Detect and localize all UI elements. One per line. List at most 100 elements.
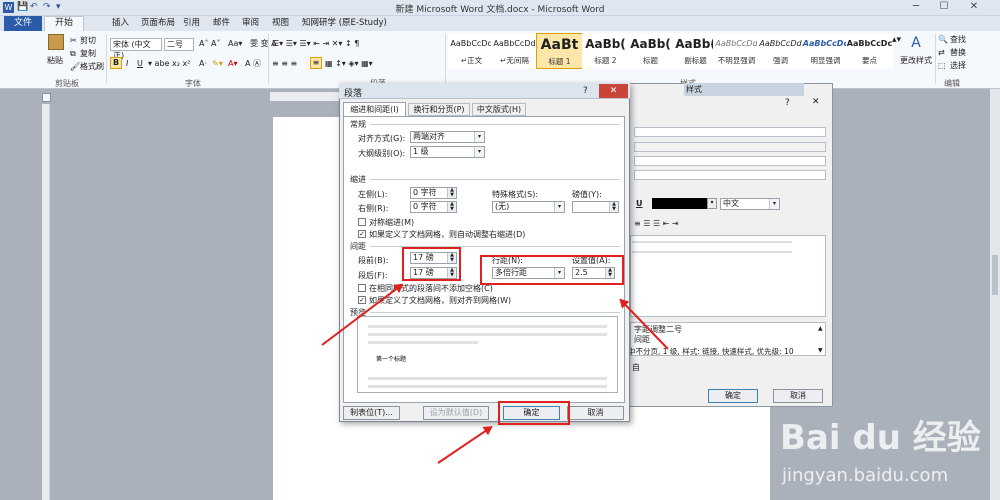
find-button[interactable]: 查找	[950, 34, 966, 45]
tab-asian-typography[interactable]: 中文版式(H)	[472, 103, 526, 116]
bold-button[interactable]: B	[110, 57, 122, 69]
tab-mailings[interactable]: 邮件	[207, 17, 236, 30]
highlight-icon[interactable]: ✎▾	[212, 58, 223, 69]
special-indent-select[interactable]: (无) ▾	[492, 201, 565, 213]
style-emphasis[interactable]: AaBbCcDd 强调	[757, 33, 804, 69]
underline-button[interactable]: U	[137, 58, 143, 69]
tab-line-page-breaks[interactable]: 换行和分页(P)	[408, 103, 470, 116]
style-intense-emphasis[interactable]: AaBbCcDc 明显强调	[802, 33, 849, 69]
dialog-close-button[interactable]: ✕	[599, 84, 628, 98]
special-indent-label: 特殊格式(S):	[492, 190, 539, 199]
mirror-indents-checkbox[interactable]	[358, 218, 366, 226]
ruler-toggle-icon[interactable]	[42, 93, 51, 102]
spinner-icon[interactable]: ▲ ▼	[609, 202, 618, 212]
change-styles-button[interactable]: 更改样式	[900, 55, 932, 66]
copy-icon[interactable]: ⧉	[70, 48, 76, 59]
snap-to-grid-label: 如果定义了文档网格，则对齐到网格(W)	[369, 296, 512, 305]
style-subtle-emphasis[interactable]: AaBbCcDd 不明显强调	[713, 33, 760, 69]
find-icon[interactable]: 🔍	[938, 34, 948, 45]
dialog2-field[interactable]	[634, 170, 826, 180]
dialog2-lang-select[interactable]: 中文 ▾	[720, 198, 780, 210]
gallery-more-icon[interactable]: ▴▾	[892, 35, 901, 46]
dialog2-field[interactable]	[634, 142, 826, 152]
no-space-same-style-checkbox[interactable]	[358, 284, 366, 292]
indent-section-label: 缩进	[350, 175, 366, 184]
strikethrough-icon[interactable]: ▾ abe x₂ x²	[148, 58, 190, 69]
tab-file[interactable]: 文件	[4, 16, 42, 31]
text-effects-icon[interactable]: A·	[199, 58, 207, 69]
font-name-combo[interactable]: 宋体 (中文正)	[110, 38, 162, 60]
scroll-down-icon[interactable]: ▼	[818, 347, 823, 354]
cut-icon[interactable]: ✂	[70, 35, 77, 46]
right-indent-input[interactable]: 0 字符 ▲ ▼	[410, 201, 457, 213]
tab-page-layout[interactable]: 页面布局	[135, 17, 181, 30]
style-title[interactable]: AaBb(标题	[627, 33, 674, 69]
tab-review[interactable]: 审阅	[236, 17, 265, 30]
style-strong[interactable]: AaBbCcDc 要点	[846, 33, 893, 69]
tab-insert[interactable]: 插入	[106, 17, 135, 30]
scrollbar-thumb[interactable]	[992, 255, 998, 295]
vertical-ruler[interactable]	[42, 104, 50, 500]
font-color-icon[interactable]: A▾	[228, 58, 238, 69]
cancel-button[interactable]: 取消	[567, 406, 624, 420]
change-case-icon[interactable]: Aa▾	[228, 38, 242, 49]
dialog2-close-icon[interactable]: ✕	[812, 97, 820, 107]
snap-to-grid-checkbox[interactable]: ✓	[358, 296, 366, 304]
dialog2-field[interactable]	[634, 156, 826, 166]
scroll-up-icon[interactable]: ▲	[818, 325, 823, 332]
replace-icon[interactable]: ⇄	[938, 47, 945, 58]
tab-e-study[interactable]: 知网研学 (原E-Study)	[296, 17, 393, 30]
justify-button[interactable]: ≡	[310, 57, 322, 69]
select-button[interactable]: 选择	[950, 60, 966, 71]
style-normal[interactable]: AaBbCcDd ↵正文	[448, 33, 495, 69]
dialog2-cancel-button[interactable]: 取消	[773, 389, 823, 403]
alignment-select[interactable]: 两端对齐 ▾	[410, 131, 485, 143]
auto-adjust-checkbox[interactable]: ✓	[358, 230, 366, 238]
copy-button[interactable]: 复制	[80, 48, 96, 59]
cut-button[interactable]: 剪切	[80, 35, 96, 46]
font-size-combo[interactable]: 二号	[164, 38, 194, 51]
spinner-icon[interactable]: ▲ ▼	[447, 188, 456, 198]
outline-level-select[interactable]: 1 级 ▾	[410, 146, 485, 158]
tab-indents-spacing[interactable]: 缩进和间距(I)	[343, 102, 406, 116]
distribute-icon[interactable]: ▦ ↕▾ ◈▾ ▦▾	[325, 58, 373, 69]
bullets-icon[interactable]: ☰▾ ☰▾ ☰▾ ⇤ ⇥ ✕▾ ↕ ¶	[272, 38, 359, 49]
indent-by-input[interactable]: ▲ ▼	[572, 201, 619, 213]
style-no-spacing[interactable]: AaBbCcDd ↵无间隔	[491, 33, 538, 69]
preview-box: 第一个标题	[357, 316, 618, 393]
maximize-button[interactable]: ☐	[930, 1, 958, 15]
dialog2-field[interactable]	[634, 127, 826, 137]
align-left-icon[interactable]: ≡ ≡ ≡	[272, 58, 297, 69]
dialog2-align-icons[interactable]: ≡ ☰ ☰ ⇤ ⇥	[634, 219, 679, 228]
divider	[370, 124, 620, 125]
clipboard-group-label: 剪贴板	[55, 79, 79, 88]
tabs-button[interactable]: 制表位(T)...	[343, 406, 400, 420]
tab-home[interactable]: 开始	[44, 16, 84, 31]
minimize-button[interactable]: ─	[902, 1, 930, 15]
tab-references[interactable]: 引用	[177, 17, 206, 30]
style-heading-1[interactable]: AaBt 标题 1	[536, 33, 583, 69]
set-default-button[interactable]: 设为默认值(D)	[423, 406, 489, 420]
close-button[interactable]: ✕	[960, 1, 988, 15]
italic-button[interactable]: I	[126, 58, 128, 69]
chevron-down-icon[interactable]: ▾	[707, 198, 717, 209]
dialog2-color-swatch[interactable]	[652, 198, 707, 209]
format-painter-button[interactable]: 格式刷	[80, 61, 104, 72]
dialog2-ok-button[interactable]: 确定	[708, 389, 758, 403]
change-styles-icon[interactable]: A	[905, 35, 927, 53]
grow-font-icon[interactable]: A˄ A˅	[199, 38, 221, 49]
select-icon[interactable]: ⬚	[938, 60, 946, 71]
tab-view[interactable]: 视图	[266, 17, 295, 30]
char-shading-icon[interactable]: A Ⓐ	[245, 58, 261, 69]
paste-button[interactable]: 粘贴	[47, 55, 63, 66]
format-painter-icon[interactable]: 🖌	[70, 61, 80, 72]
dialog-help-button[interactable]: ?	[583, 86, 588, 96]
style-subtitle[interactable]: AaBb(副标题	[672, 33, 719, 69]
dialog2-help-button[interactable]: ?	[785, 98, 790, 108]
paste-icon[interactable]	[48, 34, 64, 50]
left-indent-input[interactable]: 0 字符 ▲ ▼	[410, 187, 457, 199]
style-heading-2[interactable]: AaBb(标题 2	[582, 33, 629, 69]
replace-button[interactable]: 替换	[950, 47, 966, 58]
spinner-icon[interactable]: ▲ ▼	[447, 202, 456, 212]
dialog2-underline-icon[interactable]: U	[636, 199, 643, 208]
